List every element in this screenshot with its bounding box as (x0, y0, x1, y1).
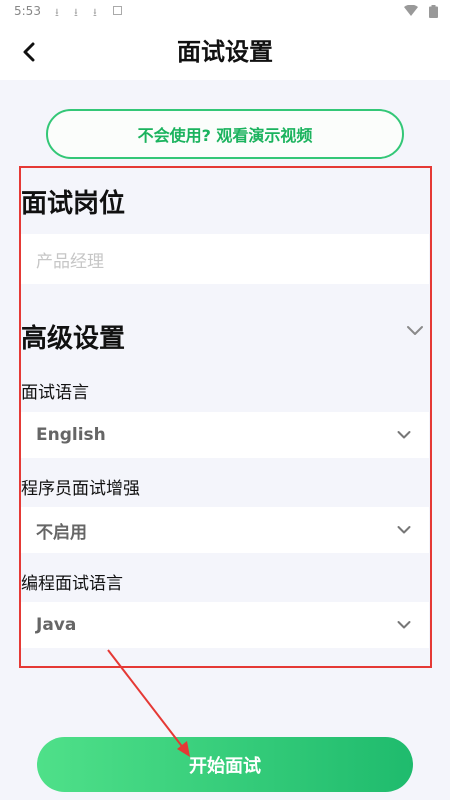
chevron-down-icon (397, 526, 411, 534)
interview-language-value: English (36, 425, 106, 445)
back-button[interactable] (14, 37, 44, 67)
top-bar: 面试设置 (0, 24, 450, 80)
back-arrow-icon (23, 42, 35, 62)
interview-language-select[interactable]: English (21, 412, 429, 458)
advanced-section-title: 高级设置 (21, 324, 126, 354)
position-section-title: 面试岗位 (21, 189, 126, 219)
programmer-enhance-value: 不启用 (36, 522, 87, 543)
position-input[interactable]: 产品经理 (21, 234, 429, 284)
status-bar: 5:53 ⭳ ⭳ ⭳ (0, 0, 450, 24)
interview-language-label: 面试语言 (21, 383, 89, 403)
download-icon: ⭳ (93, 6, 97, 19)
wifi-icon (404, 5, 418, 16)
chevron-down-icon (397, 431, 411, 439)
coding-language-select[interactable]: Java (21, 602, 429, 648)
download-icon: ⭳ (55, 6, 59, 19)
chevron-down-icon[interactable] (406, 325, 424, 337)
position-input-placeholder: 产品经理 (36, 251, 104, 272)
chevron-down-icon (397, 621, 411, 629)
programmer-enhance-label: 程序员面试增强 (21, 479, 140, 499)
start-interview-button[interactable]: 开始面试 (37, 737, 413, 792)
status-time: 5:53 (14, 4, 41, 18)
programmer-enhance-select[interactable]: 不启用 (21, 507, 429, 553)
watch-demo-button[interactable]: 不会使用? 观看演示视频 (46, 109, 404, 159)
download-icon: ⭳ (74, 6, 78, 19)
coding-language-label: 编程面试语言 (21, 574, 123, 594)
page-title: 面试设置 (177, 38, 273, 66)
battery-icon (429, 5, 438, 18)
coding-language-value: Java (36, 615, 77, 635)
notification-icon (113, 6, 122, 15)
